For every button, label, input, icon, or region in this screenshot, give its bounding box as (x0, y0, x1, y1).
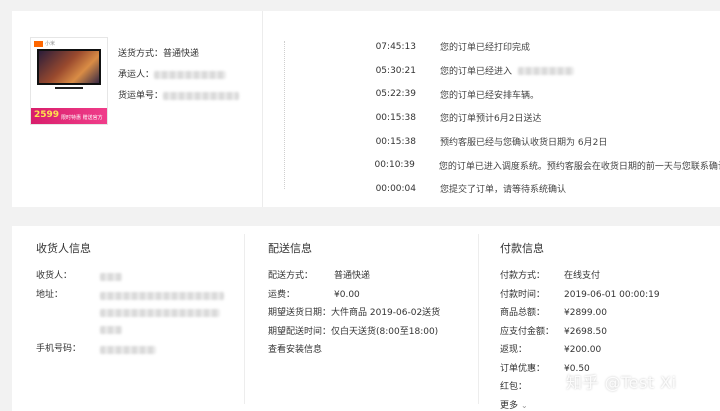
expected-date-value: 大件商品 2019-06-02送货 (331, 308, 441, 318)
timeline-text: 您的订单已经安排车辆。 (440, 90, 540, 101)
amount-due-label: 应支付金额： (500, 326, 555, 337)
cashback-label: 返现： (500, 345, 528, 355)
shipping-summary: 送货方式： 普通快递 承运人： 货运单号： (118, 44, 240, 107)
timeline-time: 00:10:39 (374, 160, 415, 171)
phone-label: 手机号码： (36, 343, 82, 354)
shipping-method-value: 普通快递 (163, 49, 200, 59)
more-toggle[interactable]: 更多 ⌄ (500, 397, 700, 411)
timeline-text: 您的订单预计6月2日送达 (440, 114, 542, 125)
timeline-time: 00:00:04 (375, 183, 416, 194)
timeline-text: 您提交了订单，请等待系统确认 (440, 185, 567, 196)
delivery-info-section: 配送信息 配送方式： 普通快递 运费： ¥0.00 期望送货日期： 大件商品 2… (268, 240, 468, 360)
tv-image (37, 49, 101, 85)
timeline-dotted-line (284, 41, 285, 189)
shipping-fee-label: 运费： (268, 289, 296, 300)
carrier-label: 承运人： (118, 70, 155, 80)
payment-time-label: 付款时间： (500, 289, 546, 300)
timeline-time: 07:45:13 (375, 41, 416, 52)
logistics-timeline: 07:45:13 您的订单已经打印完成 05:30:21 您的订单已经进入 05… (352, 35, 720, 201)
product-brand: 小米 (45, 41, 56, 47)
more-label: 更多 (500, 400, 519, 411)
timeline-row: 00:00:04 您提交了订单，请等待系统确认 (352, 177, 720, 201)
promo-text: 限时特惠 赠送官方 (61, 115, 103, 121)
timeline-row: 07:45:13 您的订单已经打印完成 (352, 35, 720, 59)
shipping-fee-value: ¥0.00 (334, 289, 360, 300)
carrier-value-redacted (154, 71, 227, 79)
timeline-row: 00:15:38 您的订单预计6月2日送达 (352, 106, 720, 130)
vertical-divider (262, 11, 263, 207)
amount-due-value: ¥2698.50 (564, 326, 607, 337)
timeline-text: 您的订单已经进入 (440, 67, 513, 78)
receiver-name-redacted (100, 273, 122, 281)
timeline-time: 00:15:38 (375, 136, 416, 147)
tv-stand (55, 87, 83, 89)
brand-logo-icon (34, 41, 43, 47)
timeline-text-redacted (518, 66, 575, 75)
shipping-method-label: 送货方式： (118, 49, 164, 59)
address-label: 地址： (36, 289, 64, 300)
delivery-title: 配送信息 (268, 242, 312, 255)
timeline-text: 您的订单已经打印完成 (440, 43, 531, 54)
delivery-method-value: 普通快递 (334, 271, 371, 281)
expected-time-value: 仅白天送货(8:00至18:00) (331, 326, 439, 337)
column-divider (478, 234, 479, 404)
timeline-text: 预约客服已经与您确认收货日期为 6月2日 (440, 138, 608, 149)
timeline-time: 05:30:21 (375, 65, 416, 76)
goods-total-value: ¥2899.00 (564, 308, 607, 318)
tracking-value-redacted (163, 92, 240, 100)
delivery-method-label: 配送方式： (268, 271, 314, 281)
goods-total-label: 商品总额： (500, 308, 546, 318)
order-discount-label: 订单优惠： (500, 363, 546, 374)
column-divider (244, 234, 245, 404)
receiver-name-label: 收货人： (36, 271, 73, 281)
cashback-value: ¥200.00 (564, 345, 602, 355)
order-tracking-card: 小米 2599 限时特惠 赠送官方 送货方式： 普通快递 承运人： 货运单号： … (12, 11, 720, 207)
address-value-redacted (100, 286, 224, 334)
receiver-info-section: 收货人信息 收货人： 地址： 手机号码： (36, 240, 236, 358)
red-packet-label: 红包： (500, 382, 528, 392)
payment-method-label: 付款方式： (500, 271, 546, 281)
timeline-time: 00:15:38 (375, 112, 416, 123)
timeline-row: 05:30:21 您的订单已经进入 (352, 59, 720, 83)
timeline-time: 05:22:39 (375, 89, 416, 100)
timeline-row: 05:22:39 您的订单已经安排车辆。 (352, 82, 720, 106)
tracking-label: 货运单号： (118, 91, 164, 101)
phone-value-redacted (100, 345, 156, 354)
chevron-down-icon: ⌄ (521, 400, 528, 410)
watermark: 知乎 @Test Xi (566, 373, 677, 392)
payment-time-value: 2019-06-01 00:00:19 (564, 289, 660, 300)
view-install-info-link[interactable]: 查看安装信息 (268, 341, 322, 360)
product-thumbnail[interactable]: 小米 2599 限时特惠 赠送官方 (30, 37, 108, 125)
timeline-text: 您的订单已进入调度系统。预约客服会在收货日期的前一天与您联系确认 (438, 161, 720, 172)
expected-date-label: 期望送货日期： (268, 308, 332, 318)
timeline-row: 00:10:39 您的订单已进入调度系统。预约客服会在收货日期的前一天与您联系确… (352, 153, 720, 177)
expected-time-label: 期望配送时间： (268, 326, 332, 337)
payment-title: 付款信息 (500, 242, 544, 255)
receiver-title: 收货人信息 (36, 242, 91, 255)
timeline-row: 00:15:38 预约客服已经与您确认收货日期为 6月2日 (352, 130, 720, 154)
product-price: 2599 (34, 110, 60, 120)
payment-method-value: 在线支付 (564, 271, 601, 281)
